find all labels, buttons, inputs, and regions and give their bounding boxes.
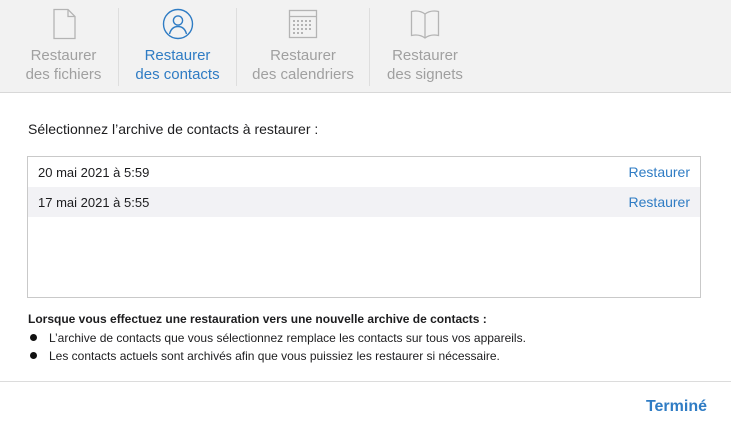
tab-restore-bookmarks[interactable]: Restaurer des signets [370, 0, 480, 92]
book-icon [410, 10, 440, 39]
note-bullet-text: Les contacts actuels sont archivés afin … [49, 349, 500, 363]
bullet-dot-icon [30, 334, 37, 341]
tab-label-line2: des signets [387, 66, 463, 83]
archive-row[interactable]: 20 mai 2021 à 5:59 Restaurer [28, 157, 700, 187]
footer-divider [0, 381, 731, 382]
tab-label-line2: des calendriers [252, 66, 354, 83]
tab-label-line1: Restaurer [392, 47, 458, 64]
restore-note-title: Lorsque vous effectuez une restauration … [28, 312, 487, 326]
tab-label-line1: Restaurer [270, 47, 336, 64]
archive-prompt: Sélectionnez l’archive de contacts à res… [28, 121, 319, 137]
note-bullet: L’archive de contacts que vous sélection… [30, 331, 526, 345]
archive-date: 20 mai 2021 à 5:59 [38, 165, 150, 180]
tab-label-line1: Restaurer [144, 47, 211, 64]
contact-icon [162, 8, 193, 40]
tab-label-line1: Restaurer [30, 47, 97, 64]
archive-date: 17 mai 2021 à 5:55 [38, 195, 150, 210]
tab-label-line2: des fichiers [25, 66, 102, 83]
tab-restore-files[interactable]: Restaurer des fichiers [10, 0, 117, 92]
calendar-icon [288, 9, 318, 39]
tab-label: Restaurer des contacts [119, 46, 236, 84]
tab-label: Restaurer des signets [370, 46, 480, 84]
tab-label: Restaurer des calendriers [237, 46, 369, 84]
done-button[interactable]: Terminé [646, 398, 707, 416]
tab-label-line2: des contacts [135, 66, 220, 83]
archive-row[interactable]: 17 mai 2021 à 5:55 Restaurer [28, 187, 700, 217]
tab-restore-contacts[interactable]: Restaurer des contacts [119, 0, 236, 92]
tab-label: Restaurer des fichiers [10, 46, 117, 84]
tab-bar: Restaurer des fichiers Restaurer des con… [0, 0, 731, 93]
document-icon [52, 8, 76, 40]
tab-restore-calendars[interactable]: Restaurer des calendriers [237, 0, 369, 92]
bullet-dot-icon [30, 352, 37, 359]
restore-button[interactable]: Restaurer [629, 164, 690, 180]
restore-button[interactable]: Restaurer [629, 194, 690, 210]
note-bullet: Les contacts actuels sont archivés afin … [30, 349, 500, 363]
archive-list[interactable]: 20 mai 2021 à 5:59 Restaurer 17 mai 2021… [27, 156, 701, 298]
note-bullet-text: L’archive de contacts que vous sélection… [49, 331, 526, 345]
